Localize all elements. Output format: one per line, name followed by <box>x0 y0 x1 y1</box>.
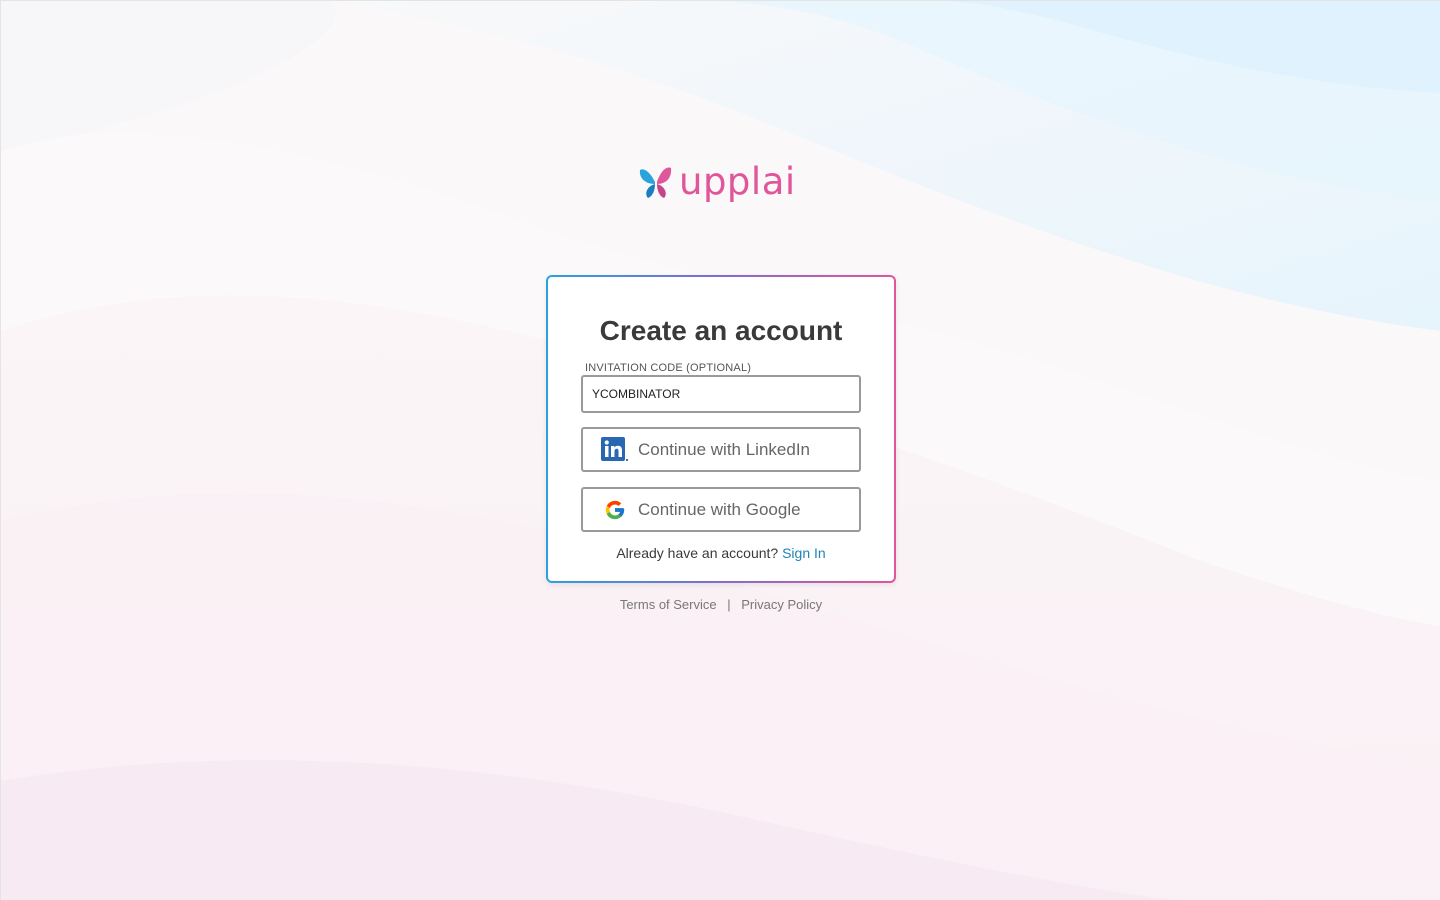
signup-card-body: Create an account INVITATION CODE (OPTIO… <box>548 277 894 581</box>
page-title: Create an account <box>599 315 843 346</box>
signup-card: Create an account INVITATION CODE (OPTIO… <box>546 275 896 583</box>
privacy-policy-link[interactable]: Privacy Policy <box>741 597 822 612</box>
google-icon <box>601 496 629 524</box>
invitation-code-label: INVITATION CODE (OPTIONAL) <box>585 362 752 374</box>
google-button-label: Continue with Google <box>638 499 801 519</box>
continue-with-google-button[interactable]: Continue with Google <box>581 487 861 532</box>
sign-in-link[interactable]: Sign In <box>782 545 826 561</box>
butterfly-icon <box>639 164 673 207</box>
terms-of-service-link[interactable]: Terms of Service <box>620 597 717 612</box>
continue-with-linkedin-button[interactable]: Continue with LinkedIn <box>581 427 861 472</box>
linkedin-icon <box>601 436 629 464</box>
signin-prompt: Already have an account? <box>616 545 779 561</box>
footer-links: Terms of Service | Privacy Policy <box>546 597 896 612</box>
footer-separator: | <box>727 597 731 612</box>
linkedin-button-label: Continue with LinkedIn <box>638 439 811 459</box>
invitation-code-input[interactable] <box>581 375 861 413</box>
upplai-logo: upplai <box>639 160 809 209</box>
signin-row: Already have an account? Sign In <box>548 545 894 561</box>
brand-wordmark: upplai <box>679 160 796 203</box>
